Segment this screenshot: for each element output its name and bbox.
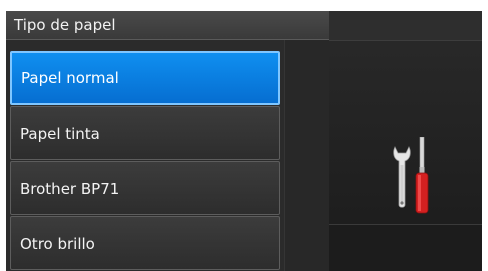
wrench-screwdriver-icon xyxy=(389,136,435,215)
right-panel xyxy=(329,11,482,271)
scroll-area[interactable] xyxy=(284,40,330,271)
list-item-papel-normal[interactable]: Papel normal xyxy=(10,51,280,105)
list-item-otro-brillo[interactable]: Otro brillo xyxy=(10,216,280,270)
list-item-papel-tinta[interactable]: Papel tinta xyxy=(10,106,280,160)
right-bottom-bar xyxy=(329,224,482,271)
page-title: Tipo de papel xyxy=(6,11,329,40)
right-header-band xyxy=(329,11,482,41)
printer-lcd-screen: Tipo de papel Papel normal Papel tinta B… xyxy=(6,11,482,271)
paper-type-panel: Tipo de papel Papel normal Papel tinta B… xyxy=(6,11,330,271)
list-item-brother-bp71[interactable]: Brother BP71 xyxy=(10,161,280,215)
